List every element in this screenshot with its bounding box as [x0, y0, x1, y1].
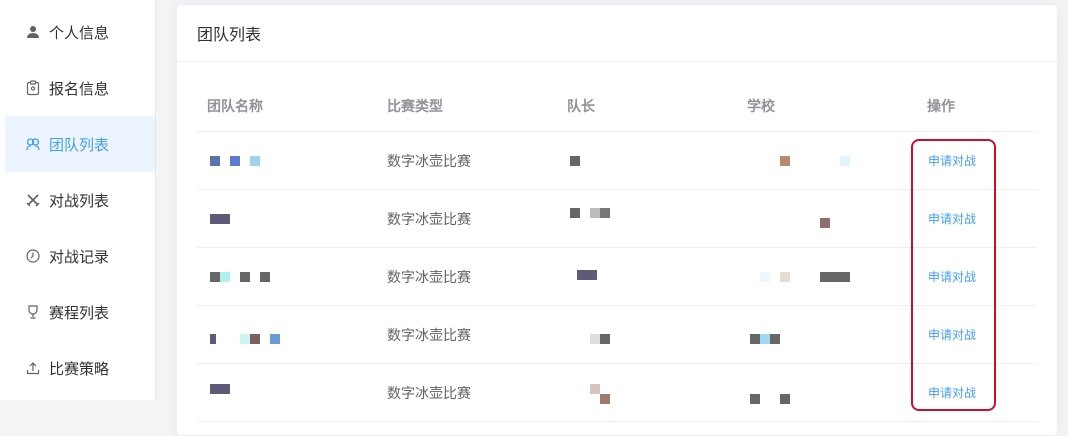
- pixelated-text: [600, 334, 610, 344]
- match-type-cell: 数字冰壶比赛: [387, 269, 471, 286]
- team-name-cell: [207, 248, 377, 305]
- pixelated-text: [250, 156, 260, 166]
- pixelated-text: [230, 156, 240, 166]
- school-cell: [747, 132, 917, 189]
- pixelated-text: [780, 394, 790, 404]
- captain-cell: [567, 190, 737, 247]
- table-row: 数字冰壶比赛 申请对战: [197, 132, 1037, 190]
- column-header-school: 学校: [747, 99, 775, 115]
- pixelated-text: [210, 272, 220, 282]
- school-cell: [747, 306, 917, 363]
- captain-cell: [567, 248, 737, 305]
- sidebar-item-match-records[interactable]: 对战记录: [5, 228, 155, 284]
- sidebar-item-label: 团队列表: [49, 135, 110, 154]
- pixelated-text: [750, 394, 760, 404]
- table-row: 数字冰壶比赛 申请对战: [197, 306, 1037, 364]
- apply-battle-link[interactable]: 申请对战: [928, 132, 976, 189]
- captain-cell: [567, 306, 737, 363]
- pixelated-text: [210, 156, 220, 166]
- column-header-team-name: 团队名称: [207, 99, 263, 115]
- card-title: 团队列表: [177, 5, 1057, 62]
- pixelated-text: [760, 272, 770, 282]
- pixelated-text: [820, 272, 850, 282]
- clipboard-icon: [25, 80, 41, 96]
- team-table: 团队名称 比赛类型 队长 学校 操作 数字冰壶比赛 申请对战 数字冰壶比赛 申请…: [197, 81, 1037, 422]
- sidebar-item-registration[interactable]: 报名信息: [5, 60, 155, 116]
- sidebar-item-match-list[interactable]: 对战列表: [5, 172, 155, 228]
- column-header-captain: 队长: [567, 99, 595, 115]
- captain-cell: [567, 364, 737, 421]
- team-name-cell: [207, 364, 377, 421]
- pixelated-text: [240, 272, 250, 282]
- pixelated-text: [250, 334, 260, 344]
- table-row: 数字冰壶比赛 申请对战: [197, 190, 1037, 248]
- sidebar: 个人信息 报名信息 团队列表 对战列表 对战记录 赛程列表 比赛策略: [0, 0, 156, 400]
- team-icon: [25, 136, 41, 152]
- match-type-cell: 数字冰壶比赛: [387, 327, 471, 344]
- sidebar-item-label: 对战记录: [49, 247, 110, 266]
- sidebar-item-label: 个人信息: [49, 23, 110, 42]
- column-header-actions: 操作: [927, 99, 955, 115]
- crossed-swords-icon: [25, 192, 41, 208]
- sidebar-item-strategy[interactable]: 比赛策略: [5, 340, 155, 396]
- pixelated-text: [820, 218, 830, 228]
- school-cell: [747, 190, 917, 247]
- match-type-cell: 数字冰壶比赛: [387, 211, 471, 228]
- sidebar-item-label: 赛程列表: [49, 303, 110, 322]
- pixelated-text: [590, 208, 600, 218]
- team-list-card: 团队列表 团队名称 比赛类型 队长 学校 操作 数字冰壶比赛 申请对战 数字冰壶…: [176, 4, 1058, 436]
- pixelated-text: [840, 156, 850, 166]
- pixelated-text: [570, 156, 580, 166]
- pixelated-text: [270, 334, 280, 344]
- captain-cell: [567, 132, 737, 189]
- table-row: 数字冰壶比赛 申请对战: [197, 248, 1037, 306]
- apply-battle-link[interactable]: 申请对战: [928, 364, 976, 421]
- table-header: 团队名称 比赛类型 队长 学校 操作: [197, 81, 1037, 132]
- pixelated-text: [260, 272, 270, 282]
- pixelated-text: [600, 394, 610, 404]
- pixelated-text: [240, 334, 250, 344]
- school-cell: [747, 248, 917, 305]
- sidebar-item-schedule[interactable]: 赛程列表: [5, 284, 155, 340]
- upload-icon: [25, 360, 41, 376]
- user-icon: [25, 24, 41, 40]
- sidebar-item-profile[interactable]: 个人信息: [5, 4, 155, 60]
- column-header-match-type: 比赛类型: [387, 99, 443, 115]
- sidebar-item-team-list[interactable]: 团队列表: [5, 116, 155, 172]
- trophy-icon: [25, 304, 41, 320]
- apply-battle-link[interactable]: 申请对战: [928, 306, 976, 363]
- pixelated-text: [577, 270, 597, 280]
- pixelated-text: [760, 334, 770, 344]
- pixelated-text: [210, 334, 216, 344]
- pixelated-text: [590, 334, 600, 344]
- apply-battle-link[interactable]: 申请对战: [928, 248, 976, 305]
- match-type-cell: 数字冰壶比赛: [387, 385, 471, 402]
- pixelated-text: [780, 156, 790, 166]
- pixelated-text: [770, 334, 780, 344]
- pixelated-text: [780, 272, 790, 282]
- sidebar-item-label: 对战列表: [49, 191, 110, 210]
- match-type-cell: 数字冰壶比赛: [387, 153, 471, 170]
- pixelated-text: [750, 334, 760, 344]
- team-name-cell: [207, 132, 377, 189]
- pixelated-text: [590, 384, 600, 394]
- team-name-cell: [207, 190, 377, 247]
- apply-battle-link[interactable]: 申请对战: [928, 190, 976, 247]
- pixelated-text: [210, 214, 230, 224]
- sidebar-item-label: 报名信息: [49, 79, 110, 98]
- sidebar-item-label: 比赛策略: [49, 359, 110, 378]
- clock-icon: [25, 248, 41, 264]
- school-cell: [747, 364, 917, 421]
- pixelated-text: [600, 208, 610, 218]
- pixelated-text: [220, 272, 230, 282]
- team-name-cell: [207, 306, 377, 363]
- pixelated-text: [570, 208, 580, 218]
- table-row: 数字冰壶比赛 申请对战: [197, 364, 1037, 422]
- pixelated-text: [210, 384, 230, 394]
